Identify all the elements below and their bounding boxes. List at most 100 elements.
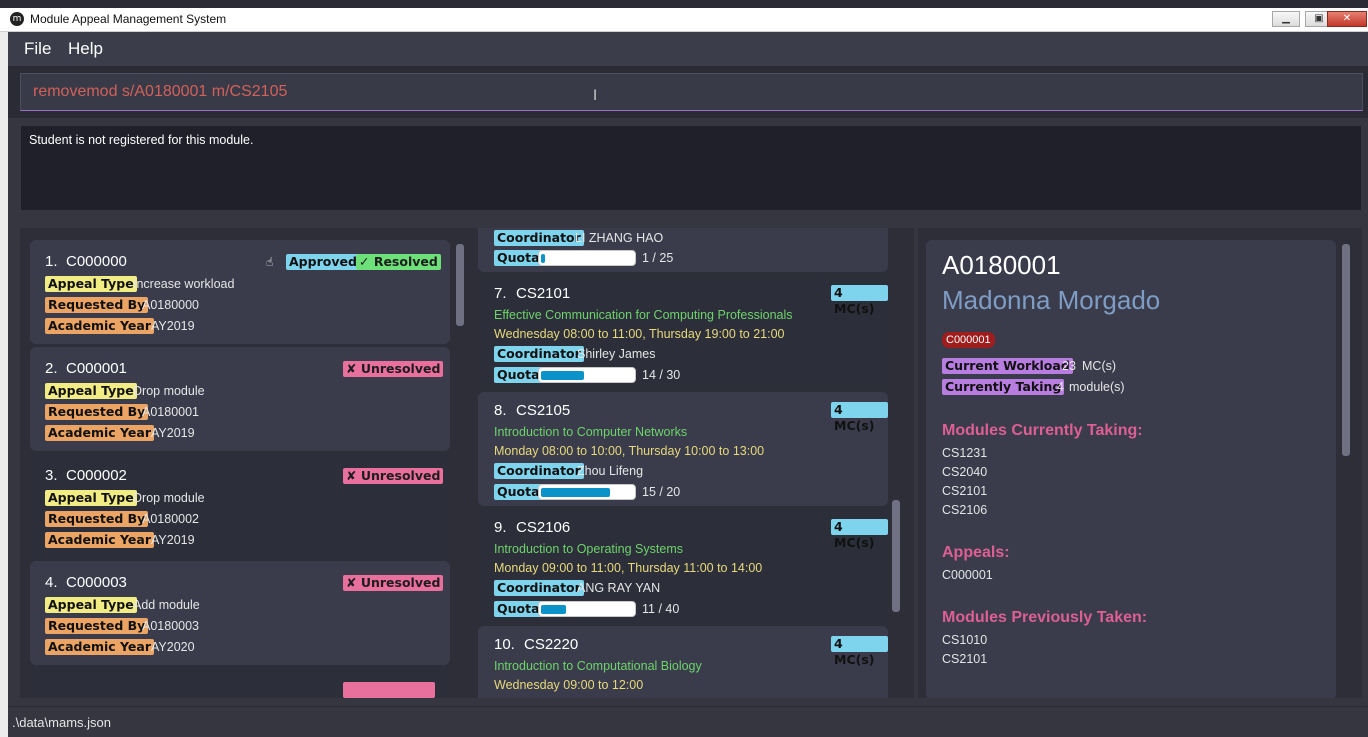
result-display-container: Student is not registered for this modul… [8, 118, 1368, 218]
window-frame [0, 32, 8, 737]
coordinator-label: Coordinator [494, 230, 584, 246]
quota-value: 15 / 20 [642, 485, 681, 499]
quota-value: 11 / 40 [642, 602, 680, 616]
appeal-type-value: Add module [133, 598, 200, 612]
coordinator-value: Zhou Lifeng [577, 464, 644, 478]
quota-label: Quota [494, 250, 543, 266]
module-code: CS2220 [524, 636, 579, 653]
module-index: 8. [494, 402, 507, 419]
command-input[interactable] [20, 73, 1363, 111]
module-timeslot: Wednesday 08:00 to 11:00, Thursday 19:00… [494, 327, 785, 341]
taking-value: 4 [1057, 380, 1064, 394]
previous-module-item: CS2101 [942, 652, 988, 666]
workload-unit: MC(s) [1082, 359, 1117, 373]
mc-badge: 4 MC(s) [831, 519, 888, 550]
appeal-type-label: Appeal Type [45, 597, 137, 613]
appeal-id: C000002 [66, 467, 127, 484]
module-name: Introduction to Computer Networks [494, 425, 688, 439]
module-name: Introduction to Operating Systems [494, 542, 683, 556]
quota-bar-fill [541, 371, 584, 380]
requested-by-label: Requested By [45, 618, 149, 634]
appeal-type-label: Appeal Type [45, 490, 137, 506]
student-tag: C000001 [942, 332, 995, 348]
module-list-panel[interactable]: Coordinator LI ZHANG HAO Quota 1 / 25 7.… [468, 228, 914, 698]
quota-bar [538, 484, 636, 500]
quota-bar [538, 250, 636, 266]
quota-label: Quota [494, 367, 543, 383]
academic-year-value: AY2019 [151, 426, 195, 440]
appeal-card[interactable]: 3. C000002 ✘ Unresolved Appeal Type Drop… [30, 454, 450, 558]
coordinator-value: Shirley James [577, 347, 656, 361]
academic-year-value: AY2020 [151, 640, 195, 654]
menu-file[interactable]: File [24, 39, 51, 59]
module-card[interactable]: 10. CS2220 4 MC(s) Introduction to Compu… [478, 626, 888, 698]
workload-value: 23 [1062, 359, 1076, 373]
module-card[interactable]: 7. CS2101 4 MC(s) Effective Communicatio… [478, 275, 888, 389]
appeal-card[interactable]: 4. C000003 ✘ Unresolved Appeal Type Add … [30, 561, 450, 665]
academic-year-label: Academic Year [45, 639, 154, 655]
module-name: Introduction to Computational Biology [494, 659, 702, 673]
status-badge [343, 682, 435, 698]
save-location: .\data\mams.json [12, 715, 111, 730]
currently-taking-label: Currently Taking [942, 379, 1065, 395]
taking-unit: module(s) [1069, 380, 1125, 394]
module-card[interactable]: 8. CS2105 4 MC(s) Introduction to Comput… [478, 392, 888, 506]
module-timeslot: Monday 09:00 to 11:00, Thursday 11:00 to… [494, 561, 763, 575]
appeal-item: C000001 [942, 568, 993, 582]
appeal-list-panel[interactable]: 1. C000000 ☝ Approved ✓ Resolved Appeal … [20, 228, 468, 698]
appeal-type-value: Drop module [133, 491, 205, 505]
academic-year-label: Academic Year [45, 532, 154, 548]
quota-label: Quota [494, 484, 543, 500]
command-box: I [8, 66, 1368, 118]
previous-module-item: CS1010 [942, 633, 988, 647]
result-display[interactable]: Student is not registered for this modul… [21, 126, 1361, 210]
requested-by-value: A0180001 [142, 405, 200, 419]
appeal-id: C000001 [66, 360, 127, 377]
status-badge: ✘ Unresolved [343, 575, 444, 591]
appeals-heading: Appeals: [942, 544, 1010, 561]
appeal-id: C000000 [66, 253, 127, 270]
appeal-index: 2. [45, 360, 58, 377]
current-module-item: CS1231 [942, 446, 988, 460]
academic-year-value: AY2019 [151, 533, 195, 547]
current-module-item: CS2106 [942, 503, 988, 517]
quota-value: 1 / 25 [642, 251, 674, 265]
appeal-list-scrollbar[interactable] [456, 244, 464, 326]
student-panel-scrollbar[interactable] [1342, 244, 1350, 456]
appeal-index: 1. [45, 253, 58, 270]
student-card: A0180001 Madonna Morgado C000001 Current… [926, 240, 1336, 698]
quota-bar-fill [541, 605, 566, 614]
module-list-scrollbar[interactable] [892, 500, 900, 612]
appeal-type-label: Appeal Type [45, 383, 137, 399]
coordinator-value: ANG RAY YAN [577, 581, 661, 595]
status-bar: .\data\mams.json [8, 706, 1368, 737]
minimize-button[interactable]: ▁ [1272, 11, 1300, 27]
close-button[interactable]: ✕ [1327, 11, 1367, 27]
main-panels: 1. C000000 ☝ Approved ✓ Resolved Appeal … [8, 218, 1368, 706]
module-card[interactable]: 9. CS2106 4 MC(s) Introduction to Operat… [478, 509, 888, 623]
module-index: 9. [494, 519, 507, 536]
requested-by-value: A0180002 [142, 512, 200, 526]
student-detail-panel[interactable]: A0180001 Madonna Morgado C000001 Current… [918, 228, 1362, 698]
module-timeslot: Monday 08:00 to 10:00, Thursday 10:00 to… [494, 444, 765, 458]
module-index: 7. [494, 285, 507, 302]
academic-year-label: Academic Year [45, 318, 154, 334]
appeal-card[interactable]: 2. C000001 ✘ Unresolved Appeal Type Drop… [30, 347, 450, 451]
appeal-id: C000003 [66, 574, 127, 591]
app-logo-icon: m [10, 12, 24, 26]
requested-by-label: Requested By [45, 297, 149, 313]
mc-badge: 4 MC(s) [831, 285, 888, 316]
module-card[interactable]: Coordinator LI ZHANG HAO Quota 1 / 25 [478, 228, 888, 272]
appeal-card[interactable]: 1. C000000 ☝ Approved ✓ Resolved Appeal … [30, 240, 450, 344]
mc-badge: 4 MC(s) [831, 402, 888, 433]
status-badge: ✘ Unresolved [343, 468, 444, 484]
academic-year-value: AY2019 [151, 319, 195, 333]
appeal-type-value: Increase workload [133, 277, 235, 291]
previous-modules-heading: Modules Previously Taken: [942, 609, 1148, 626]
quota-bar [538, 367, 636, 383]
menu-help[interactable]: Help [68, 39, 103, 59]
quota-bar-fill [541, 488, 610, 497]
appeal-card[interactable] [30, 668, 450, 698]
appeal-index: 4. [45, 574, 58, 591]
current-modules-heading: Modules Currently Taking: [942, 422, 1143, 439]
